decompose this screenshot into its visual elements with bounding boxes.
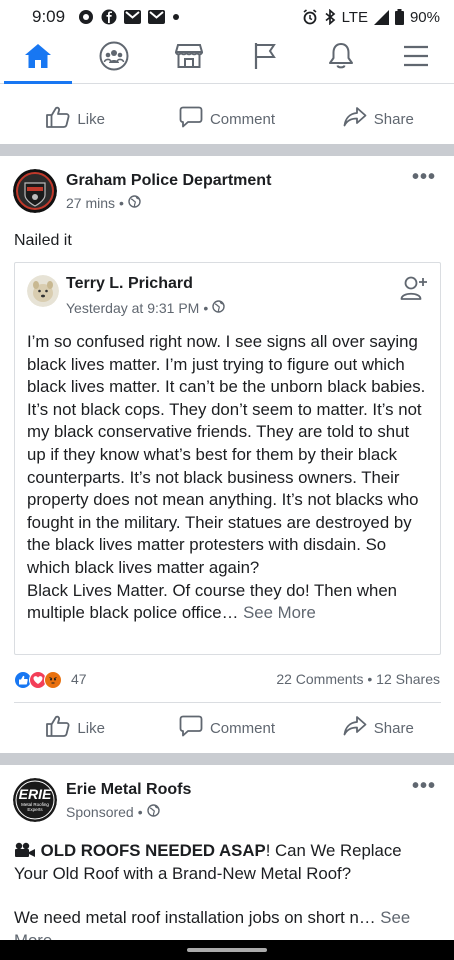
- shared-post-card[interactable]: Terry L. Prichard Yesterday at 9:31 PM •…: [14, 262, 441, 655]
- like-thumb-icon: [46, 715, 70, 741]
- status-time: 9:09: [32, 7, 66, 26]
- globe-icon: [212, 300, 225, 316]
- share-button[interactable]: Share: [303, 715, 454, 741]
- feed-separator: [0, 144, 454, 156]
- comment-bubble-icon: [179, 106, 203, 132]
- home-gesture-pill[interactable]: [187, 948, 267, 952]
- facebook-status-icon: [101, 9, 117, 25]
- ad-author[interactable]: Erie Metal Roofs: [66, 781, 191, 799]
- shared-meta: Yesterday at 9:31 PM •: [66, 300, 225, 316]
- share-button[interactable]: Share: [303, 106, 454, 132]
- comment-label: Comment: [209, 110, 275, 128]
- angry-reaction-icon: [44, 671, 62, 689]
- comment-button[interactable]: Comment: [151, 715, 302, 741]
- ad-meta: Sponsored •: [66, 804, 160, 820]
- alarm-icon: [302, 9, 318, 25]
- feed-separator-2: [0, 753, 454, 765]
- dot-status-icon: [172, 13, 180, 21]
- see-more-link[interactable]: See More: [243, 603, 316, 622]
- marketplace-icon: [174, 43, 204, 74]
- battery-label: 90%: [409, 8, 440, 26]
- ad-more-options-icon[interactable]: •••: [412, 775, 436, 798]
- ad-headline: OLD ROOFS NEEDED ASAP! Can We Replace Yo…: [14, 840, 434, 885]
- tab-marketplace[interactable]: [151, 34, 227, 83]
- ad-logo-subtext: Metal Roofing Experts: [21, 802, 49, 812]
- shared-avatar[interactable]: [27, 275, 59, 307]
- comments-shares: 22 Comments • 12 Shares: [276, 671, 440, 687]
- top-nav: [0, 34, 454, 84]
- reactions-row: 47 22 Comments • 12 Shares: [0, 665, 454, 693]
- ad-body-text: We need metal roof installation jobs on …: [14, 908, 376, 927]
- more-options-icon[interactable]: •••: [412, 166, 436, 189]
- post-author[interactable]: Graham Police Department: [66, 172, 271, 190]
- shared-body-continuation: Black Lives Matter. Of course they do! T…: [27, 580, 397, 623]
- mail-status-icon: [124, 10, 142, 24]
- shared-body-text: I’m so confused right now. I see signs a…: [27, 332, 426, 577]
- status-bar: 9:09 LTE 90%: [0, 0, 454, 34]
- share-label: Share: [373, 110, 414, 128]
- bluetooth-icon: [324, 9, 336, 25]
- mail-status-icon-2: [148, 10, 166, 24]
- globe-icon: [128, 195, 141, 211]
- comments-count[interactable]: 22 Comments: [276, 671, 363, 687]
- like-button[interactable]: Like: [0, 715, 151, 741]
- home-icon: [24, 43, 52, 74]
- avatar[interactable]: [13, 169, 57, 213]
- tab-menu[interactable]: [378, 34, 454, 83]
- system-nav-bar: [0, 940, 454, 960]
- sponsored-label[interactable]: Sponsored: [66, 804, 134, 820]
- menu-icon: [403, 45, 429, 72]
- ad-headline-bold: OLD ROOFS NEEDED ASAP: [40, 841, 266, 860]
- groups-icon: [99, 41, 129, 76]
- share-arrow-icon: [343, 715, 367, 741]
- pages-flag-icon: [253, 42, 277, 75]
- shared-author[interactable]: Terry L. Prichard: [66, 275, 193, 293]
- post-header: Graham Police Department 27 mins • •••: [0, 166, 454, 222]
- add-friend-icon[interactable]: [400, 275, 428, 306]
- ad-logo-text: ERIE: [18, 786, 52, 802]
- prev-post-actions: Like Comment Share: [0, 94, 454, 144]
- post-text: Nailed it: [14, 232, 72, 249]
- shared-body-text-2: Black Lives Matter. Of course they do! T…: [27, 580, 427, 625]
- tab-home[interactable]: [0, 34, 76, 84]
- globe-icon: [146, 804, 160, 820]
- comment-bubble-icon: [179, 715, 203, 741]
- shared-time[interactable]: Yesterday at 9:31 PM: [66, 300, 199, 316]
- shared-post-body: I’m so confused right now. I see signs a…: [27, 331, 427, 625]
- ad-body: We need metal roof installation jobs on …: [14, 907, 434, 940]
- comment-label: Comment: [209, 719, 275, 737]
- ad-avatar[interactable]: ERIE Metal Roofing Experts: [13, 778, 57, 822]
- comment-button[interactable]: Comment: [151, 106, 302, 132]
- tab-notifications[interactable]: [303, 34, 379, 83]
- like-label: Like: [77, 110, 105, 128]
- tab-pages[interactable]: [227, 34, 303, 83]
- video-camera-icon: [14, 841, 41, 860]
- post-actions: Like Comment Share: [0, 703, 454, 753]
- like-button[interactable]: Like: [0, 106, 151, 132]
- messenger-status-icon: [78, 9, 94, 25]
- share-label: Share: [373, 719, 414, 737]
- tab-groups[interactable]: [76, 34, 152, 83]
- ad-header: ERIE Metal Roofing Experts Erie Metal Ro…: [0, 775, 454, 831]
- post-meta: 27 mins •: [66, 195, 141, 211]
- notifications-bell-icon: [328, 42, 354, 75]
- reaction-count[interactable]: 47: [71, 671, 87, 687]
- like-thumb-icon: [46, 106, 70, 132]
- reaction-icons[interactable]: [14, 671, 62, 689]
- battery-icon: [394, 9, 404, 25]
- network-label: LTE: [341, 8, 368, 26]
- like-label: Like: [77, 719, 105, 737]
- shares-count[interactable]: 12 Shares: [376, 671, 440, 687]
- share-arrow-icon: [343, 106, 367, 132]
- signal-icon: [373, 9, 389, 25]
- post-time[interactable]: 27 mins: [66, 195, 115, 211]
